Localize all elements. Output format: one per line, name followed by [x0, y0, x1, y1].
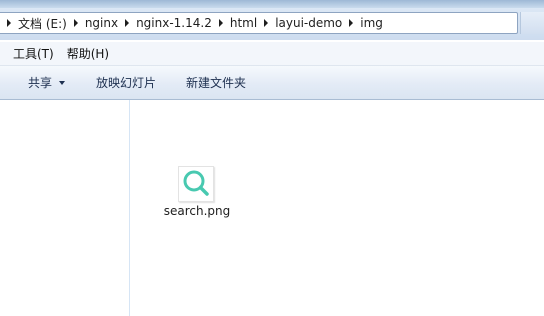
navigation-pane[interactable]: [0, 100, 130, 316]
share-label: 共享: [28, 76, 53, 90]
breadcrumb-separator-icon[interactable]: [349, 19, 354, 27]
share-button[interactable]: 共享: [28, 74, 66, 91]
breadcrumb-layui-demo[interactable]: layui-demo: [274, 16, 343, 30]
menu-bar: 工具(T) 帮助(H): [0, 42, 544, 66]
breadcrumb-separator-icon[interactable]: [218, 19, 223, 27]
file-list-area[interactable]: search.png: [130, 100, 544, 316]
breadcrumb-separator-icon[interactable]: [125, 19, 130, 27]
address-bar[interactable]: 文档 (E:) nginx nginx-1.14.2 html layui-de…: [0, 12, 518, 34]
breadcrumb-separator-icon[interactable]: [73, 19, 78, 27]
command-toolbar: 共享 放映幻灯片 新建文件夹: [0, 66, 544, 100]
address-bar-end: [520, 12, 544, 34]
dropdown-arrow-icon: [59, 81, 66, 85]
breadcrumb-drive[interactable]: 文档 (E:): [17, 15, 68, 32]
new-folder-button[interactable]: 新建文件夹: [186, 74, 246, 91]
window-top-strip: [0, 0, 544, 8]
breadcrumb-html[interactable]: html: [229, 16, 258, 30]
file-thumbnail: [178, 166, 214, 202]
search-icon: [183, 170, 209, 196]
menu-help[interactable]: 帮助(H): [61, 45, 116, 62]
breadcrumb-separator-icon[interactable]: [264, 19, 269, 27]
address-row: 文档 (E:) nginx nginx-1.14.2 html layui-de…: [0, 8, 544, 40]
slideshow-label: 放映幻灯片: [96, 76, 157, 90]
breadcrumb-separator-icon[interactable]: [7, 19, 11, 27]
breadcrumb-img[interactable]: img: [359, 16, 384, 30]
file-name: search.png: [163, 204, 231, 218]
breadcrumb-nginx-version[interactable]: nginx-1.14.2: [135, 16, 213, 30]
slideshow-button[interactable]: 放映幻灯片: [96, 74, 156, 91]
breadcrumb-nginx[interactable]: nginx: [84, 16, 119, 30]
new-folder-label: 新建文件夹: [186, 76, 247, 90]
explorer-window: 文档 (E:) nginx nginx-1.14.2 html layui-de…: [0, 0, 544, 316]
menu-tools[interactable]: 工具(T): [0, 45, 61, 62]
file-item[interactable]: search.png: [162, 166, 232, 222]
